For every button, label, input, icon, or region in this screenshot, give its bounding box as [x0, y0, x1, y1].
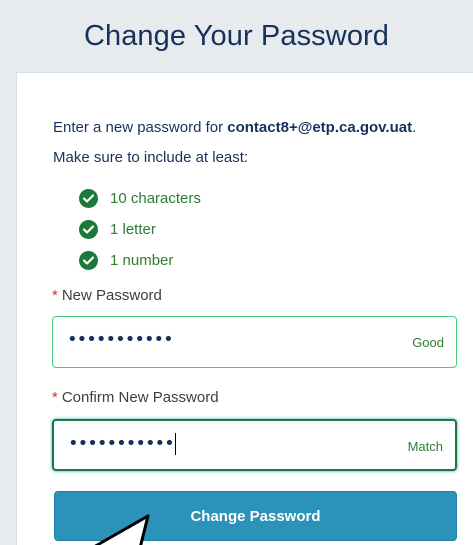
- confirm-password-value: •••••••••••: [68, 433, 176, 455]
- password-match-status: Match: [407, 439, 443, 454]
- requirement-item: 10 characters: [79, 183, 201, 214]
- requirement-label: 1 number: [110, 252, 174, 269]
- requirement-label: 10 characters: [110, 190, 201, 207]
- mouse-pointer-icon: [90, 510, 160, 545]
- page-header: Change Your Password: [0, 0, 473, 72]
- new-password-field[interactable]: ••••••••••• Good: [52, 316, 457, 368]
- page-title: Change Your Password: [83, 19, 390, 52]
- required-asterisk: *: [52, 389, 58, 406]
- requirement-label: 1 letter: [110, 221, 156, 238]
- required-asterisk: *: [52, 287, 58, 304]
- check-circle-icon: [79, 189, 98, 208]
- text-caret: [174, 433, 176, 455]
- check-circle-icon: [79, 251, 98, 270]
- requirements-list: 10 characters 1 letter 1 number: [79, 183, 201, 276]
- change-password-page: Change Your Password Enter a new passwor…: [0, 0, 473, 545]
- requirement-item: 1 letter: [79, 214, 201, 245]
- intro-text: Enter a new password for contact8+@etp.c…: [53, 119, 417, 136]
- password-card: Enter a new password for contact8+@etp.c…: [16, 72, 473, 545]
- requirement-item: 1 number: [79, 245, 201, 276]
- user-email: contact8+@etp.ca.gov.uat: [227, 119, 413, 136]
- confirm-password-label: * Confirm New Password: [52, 389, 219, 406]
- requirements-heading: Make sure to include at least:: [53, 149, 249, 166]
- new-password-label: * New Password: [52, 287, 162, 304]
- password-strength-status: Good: [412, 335, 444, 350]
- confirm-password-field[interactable]: ••••••••••• Match: [52, 419, 457, 471]
- check-circle-icon: [79, 220, 98, 239]
- new-password-value: •••••••••••: [67, 329, 174, 350]
